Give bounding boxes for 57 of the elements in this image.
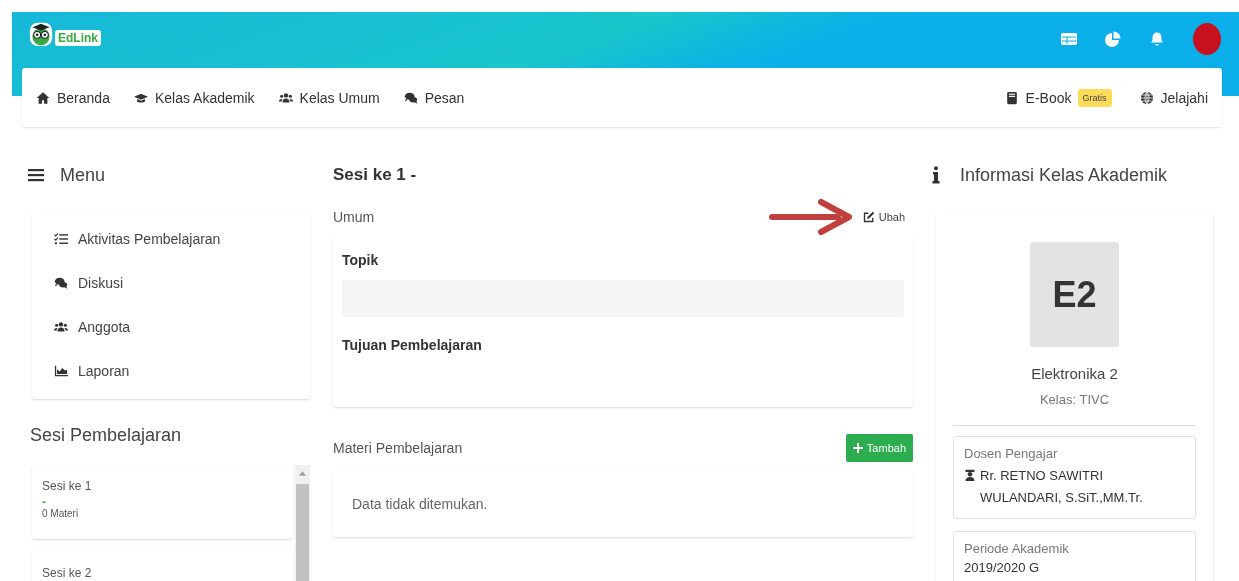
session-card[interactable]: Sesi ke 2 [32,552,293,581]
session-title: Sesi ke 1 [42,479,93,493]
chat-bubbles-icon [54,276,68,290]
section-label: Materi Pembelajaran [333,440,463,456]
info-icon [932,166,940,184]
menu-item[interactable]: Aktivitas Pembelajaran [54,225,288,253]
user-avatar[interactable] [1193,23,1221,55]
menu-title: Menu [60,164,106,186]
users-icon [54,320,68,334]
checklist-icon [54,232,68,246]
session-status: - [42,496,47,508]
session-card[interactable]: Sesi ke 1 - 0 Materi [32,465,293,539]
owl-logo-icon [29,21,53,47]
menu-item[interactable]: Diskusi [54,269,288,297]
section-label: Umum [333,209,375,225]
nav-link[interactable]: Kelas Umum [278,89,380,106]
scroll-up-icon[interactable] [299,471,306,476]
class-code-tile: E2 [1030,242,1119,347]
chat-bubbles-icon [403,90,418,105]
free-badge: Gratis [1077,88,1112,107]
field-label: Tujuan Pembelajaran [342,337,483,353]
class-name: Elektronika 2 [1031,365,1118,382]
menu-item[interactable]: Anggota [54,313,288,341]
table-icon[interactable] [1061,31,1077,47]
teacher-icon [964,469,976,481]
scrollbar[interactable] [295,465,310,581]
plus-icon [852,443,863,453]
nav-link[interactable]: Kelas Akademik [133,89,255,106]
edit-link[interactable]: Ubah [862,211,905,223]
edit-icon [862,211,875,223]
empty-message: Data tidak ditemukan. [352,496,488,512]
ebook-link[interactable]: E-Book [1004,89,1072,106]
nav-link[interactable]: Beranda [36,89,110,106]
home-icon [36,90,50,105]
book-icon [1004,90,1019,105]
lecturer-name: Rr. RETNO SAWITRI WULANDARI, S.SiT.,MM.Tr. [980,467,1144,507]
globe-icon [1139,90,1154,105]
sessions-title: Sesi Pembelajaran [30,425,183,445]
scrollbar-thumb[interactable] [296,484,309,581]
users-icon [278,90,293,105]
menu-item[interactable]: Laporan [54,357,288,385]
nav-link[interactable]: Pesan [403,89,465,106]
logo-text: EdLink [55,30,101,46]
pie-chart-icon[interactable] [1105,31,1121,47]
period-label: Periode Akademik [964,541,1070,556]
menu-icon[interactable] [28,168,44,182]
explore-link[interactable]: Jelajahi [1139,89,1208,106]
field-label: Topik [342,252,380,268]
area-chart-icon [54,364,68,378]
class-group: Kelas: TIVC [1039,392,1110,407]
lecturer-label: Dosen Pengajar [964,446,1059,461]
period-value: 2019/2020 G [964,560,1041,575]
info-title: Informasi Kelas Akademik [960,164,1168,186]
notification-bell-icon[interactable] [1149,31,1165,47]
session-heading: Sesi ke 1 - [333,164,418,186]
material-count: 0 Materi [42,508,80,519]
session-title: Sesi ke 2 [42,566,93,580]
